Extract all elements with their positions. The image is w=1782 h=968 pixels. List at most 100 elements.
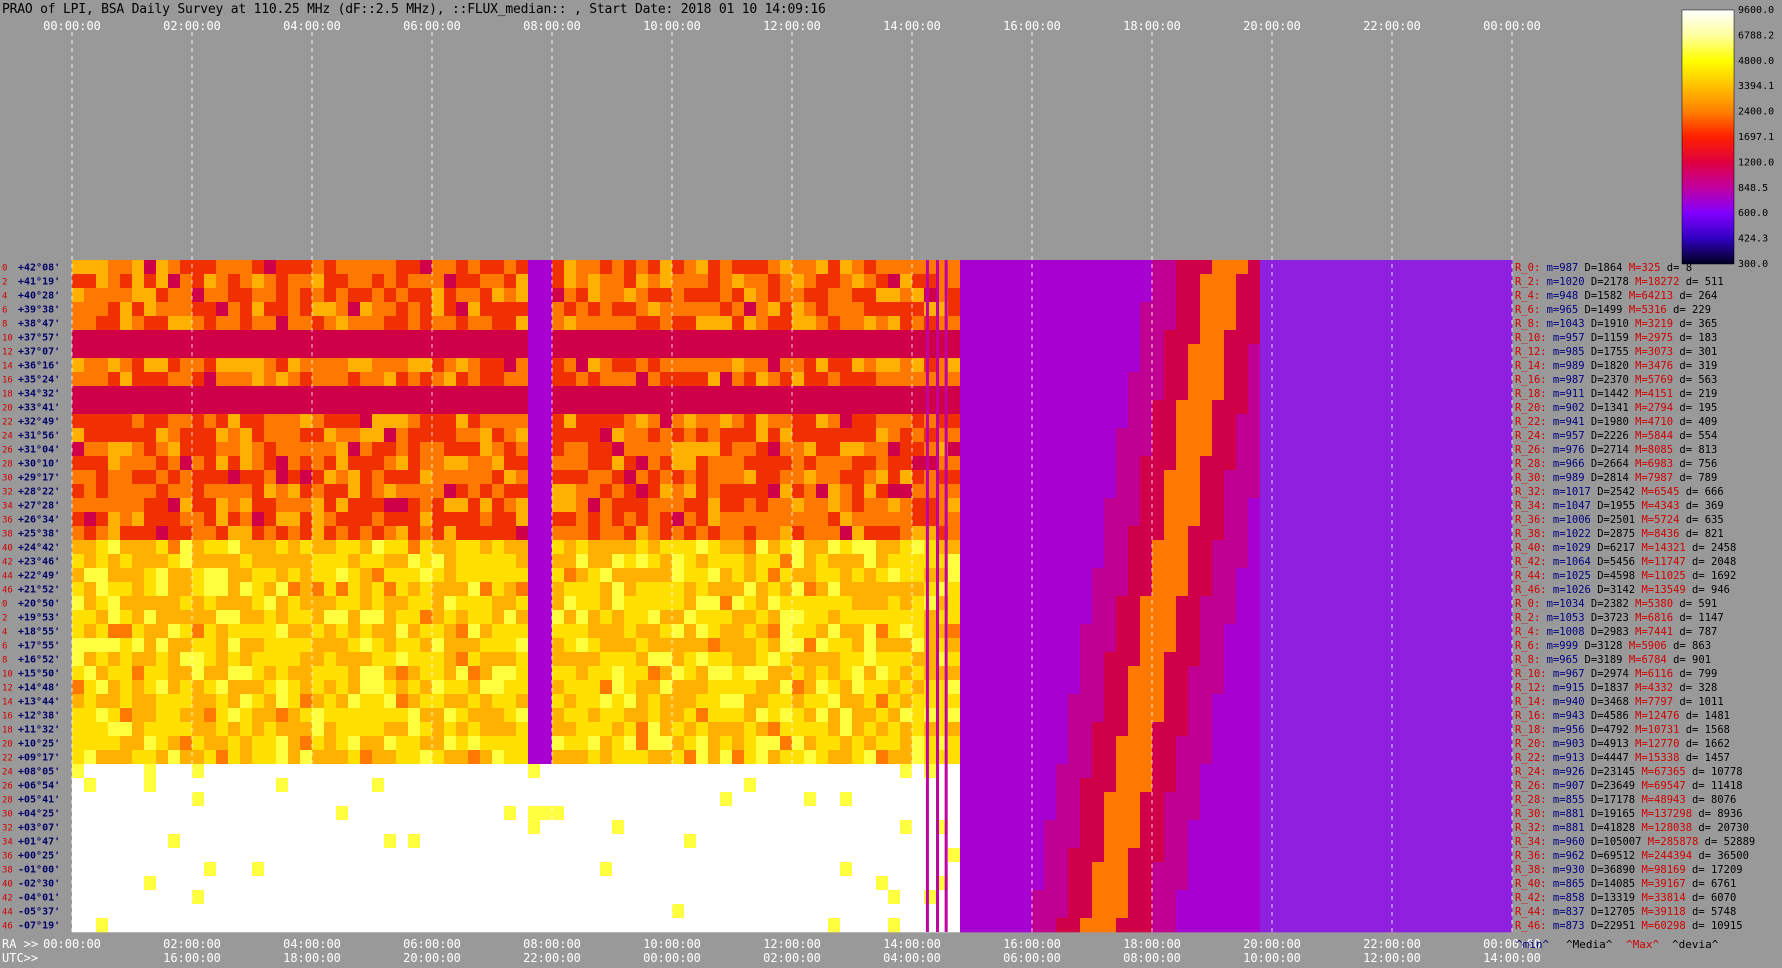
heatmap-cell xyxy=(108,512,121,527)
heatmap-cell xyxy=(864,708,877,723)
heatmap-cell xyxy=(1248,470,1261,485)
heatmap-cell xyxy=(1008,386,1021,401)
heatmap-cell xyxy=(828,708,841,723)
heatmap-cell xyxy=(72,750,85,765)
heatmap-cell xyxy=(360,484,373,499)
heatmap-cell xyxy=(108,582,121,597)
heatmap-cell xyxy=(96,596,109,611)
heatmap-cell xyxy=(396,820,409,835)
heatmap-cell xyxy=(888,722,901,737)
heatmap-cell xyxy=(324,498,337,513)
heatmap-cell xyxy=(1380,512,1393,527)
heatmap-cell xyxy=(456,736,469,751)
heatmap-cell xyxy=(552,666,565,681)
heatmap-cell xyxy=(696,372,709,387)
heatmap-cell xyxy=(96,680,109,695)
heatmap-cell xyxy=(456,288,469,303)
heatmap-cell xyxy=(288,736,301,751)
heatmap-cell xyxy=(1116,470,1129,485)
heatmap-cell xyxy=(624,610,637,625)
heatmap-cell xyxy=(408,344,421,359)
heatmap-cell xyxy=(828,820,841,835)
heatmap-cell xyxy=(540,610,553,625)
heatmap-cell xyxy=(1116,708,1129,723)
heatmap-cell xyxy=(984,414,997,429)
heatmap-cell xyxy=(1272,820,1285,835)
heatmap-cell xyxy=(1404,526,1417,541)
heatmap-cell xyxy=(216,568,229,583)
heatmap-cell xyxy=(948,484,961,499)
heatmap-cell xyxy=(564,330,577,345)
heatmap-cell xyxy=(1308,722,1321,737)
heatmap-cell xyxy=(924,750,937,765)
heatmap-cell xyxy=(960,666,973,681)
heatmap-cell xyxy=(240,260,253,275)
heatmap-cell xyxy=(792,722,805,737)
heatmap-cell xyxy=(900,722,913,737)
heatmap-cell xyxy=(216,666,229,681)
heatmap-cell xyxy=(192,344,205,359)
heatmap-cell xyxy=(1212,694,1225,709)
heatmap-cell xyxy=(672,596,685,611)
heatmap-cell xyxy=(432,470,445,485)
heatmap-cell xyxy=(1056,610,1069,625)
heatmap-cell xyxy=(1428,400,1441,415)
heatmap-cell xyxy=(204,470,217,485)
heatmap-cell xyxy=(1344,330,1357,345)
heatmap-cell xyxy=(384,344,397,359)
heatmap-cell xyxy=(780,302,793,317)
heatmap-cell xyxy=(1176,652,1189,667)
heatmap-cell xyxy=(780,414,793,429)
heatmap-cell xyxy=(96,764,109,779)
heatmap-cell xyxy=(900,428,913,443)
heatmap-cell xyxy=(1476,526,1489,541)
heatmap-cell xyxy=(216,680,229,695)
heatmap-cell xyxy=(852,470,865,485)
heatmap-cell xyxy=(1488,260,1501,275)
heatmap-cell xyxy=(1284,680,1297,695)
heatmap-cell xyxy=(492,484,505,499)
heatmap-cell xyxy=(144,792,157,807)
heatmap-cell xyxy=(1500,596,1513,611)
heatmap-cell xyxy=(1440,372,1453,387)
heatmap-cell xyxy=(768,456,781,471)
heatmap-cell xyxy=(1260,498,1273,513)
heatmap-cell xyxy=(1344,568,1357,583)
heatmap-cell xyxy=(1032,764,1045,779)
heatmap-cell xyxy=(156,316,169,331)
heatmap-cell xyxy=(1272,568,1285,583)
heatmap-cell xyxy=(408,400,421,415)
heatmap-cell xyxy=(1152,260,1165,275)
heatmap-cell xyxy=(876,680,889,695)
heatmap-cell xyxy=(660,358,673,373)
heatmap-cell xyxy=(276,386,289,401)
heatmap-cell xyxy=(468,764,481,779)
heatmap-cell xyxy=(84,694,97,709)
heatmap-cell xyxy=(528,610,541,625)
heatmap-cell xyxy=(1284,512,1297,527)
heatmap-cell xyxy=(684,498,697,513)
heatmap-cell xyxy=(276,540,289,555)
heatmap-cell xyxy=(156,260,169,275)
heatmap-cell xyxy=(660,470,673,485)
heatmap-cell xyxy=(624,694,637,709)
heatmap-cell xyxy=(516,624,529,639)
heatmap-cell xyxy=(972,484,985,499)
heatmap-cell xyxy=(252,372,265,387)
heatmap-cell xyxy=(288,274,301,289)
heatmap-cell xyxy=(468,750,481,765)
heatmap-cell xyxy=(600,358,613,373)
heatmap-cell xyxy=(144,386,157,401)
heatmap-cell xyxy=(1212,372,1225,387)
heatmap-cell xyxy=(648,722,661,737)
heatmap-cell xyxy=(1140,624,1153,639)
heatmap-cell xyxy=(1404,484,1417,499)
heatmap-cell xyxy=(504,400,517,415)
heatmap-cell xyxy=(1380,414,1393,429)
heatmap-cell xyxy=(348,806,361,821)
heatmap-cell xyxy=(252,792,265,807)
heatmap-cell xyxy=(1488,512,1501,527)
heatmap-cell xyxy=(1044,750,1057,765)
heatmap-cell xyxy=(1116,498,1129,513)
heatmap-cell xyxy=(132,610,145,625)
